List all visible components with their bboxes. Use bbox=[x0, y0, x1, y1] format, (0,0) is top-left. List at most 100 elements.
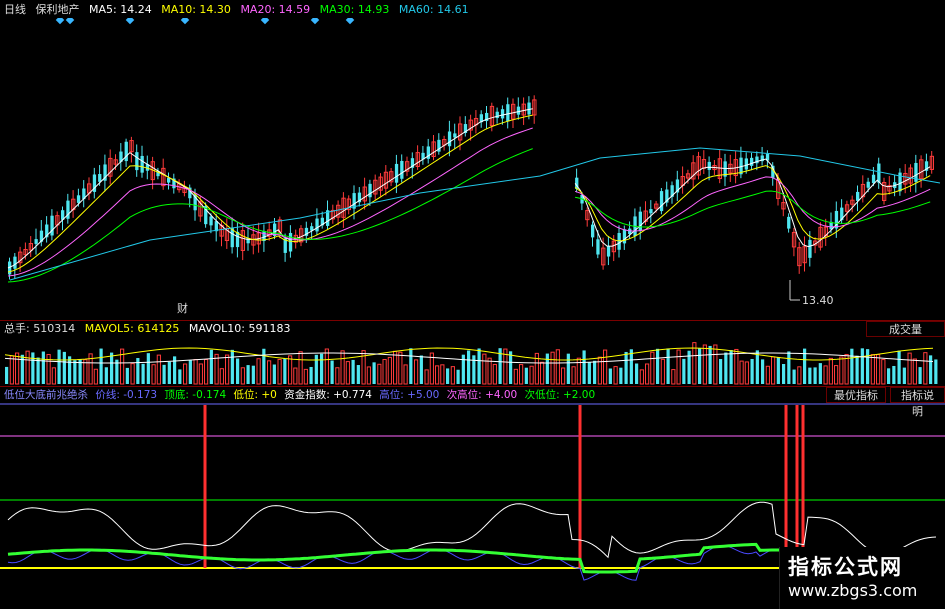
indicator-fund-index: 资金指数: +0.774 bbox=[284, 389, 372, 401]
signal-diamond bbox=[260, 18, 270, 25]
stock-name: 保利地产 bbox=[35, 3, 80, 16]
ma60-value: MA60: 14.61 bbox=[398, 3, 469, 16]
candle-down bbox=[808, 239, 812, 258]
signal-diamond bbox=[65, 18, 75, 25]
volume-bar-up bbox=[204, 358, 209, 385]
volume-bar-down bbox=[320, 353, 324, 384]
candle-down bbox=[638, 211, 642, 231]
candle-down bbox=[591, 224, 595, 238]
volume-bar-down bbox=[755, 350, 759, 384]
volume-bar-up bbox=[15, 352, 20, 385]
volume-bar-up bbox=[46, 354, 51, 385]
volume-bar-up bbox=[267, 360, 272, 385]
volume-bar-up bbox=[702, 344, 707, 385]
volume-bar-down bbox=[698, 348, 702, 384]
volume-bar-chart[interactable] bbox=[0, 338, 945, 386]
volume-bar-up bbox=[366, 366, 371, 385]
volume-bar-up bbox=[193, 359, 198, 385]
volume-bar-down bbox=[619, 367, 623, 384]
volume-bar-down bbox=[593, 360, 597, 384]
volume-bar-down bbox=[272, 364, 276, 384]
volume-bar-down bbox=[902, 367, 906, 384]
indicator-legend: 低位大底前兆绝杀 价线: -0.173 顶底: -0.174 低位: +0 资金… bbox=[0, 387, 599, 403]
volume-bar-up bbox=[912, 358, 917, 385]
candle-down bbox=[273, 223, 277, 236]
volume-bar-up bbox=[403, 364, 408, 385]
volume-bar-down bbox=[104, 367, 108, 384]
volume-bar-up bbox=[744, 361, 749, 385]
volume-bar-up bbox=[393, 350, 398, 385]
volume-indicator-button[interactable]: 成交量 bbox=[866, 321, 945, 337]
volume-bar-up bbox=[93, 368, 98, 385]
price-legend: 日线 保利地产 MA5: 14.24 MA10: 14.30 MA20: 14.… bbox=[0, 2, 475, 18]
volume-bar-up bbox=[288, 355, 293, 385]
volume-bar-down bbox=[624, 351, 628, 384]
volume-bar-up bbox=[923, 352, 928, 385]
candle-down bbox=[871, 174, 876, 184]
volume-bar-down bbox=[330, 360, 334, 384]
volume-bar-down bbox=[787, 351, 791, 384]
candle-down bbox=[453, 133, 457, 138]
volume-bar-up bbox=[345, 361, 350, 385]
volume-bar-down bbox=[524, 367, 528, 384]
candle-down bbox=[447, 131, 452, 147]
indicator-help-button[interactable]: 指标说明 bbox=[890, 387, 945, 418]
volume-bar-up bbox=[435, 365, 440, 385]
volume-bar-down bbox=[934, 359, 938, 384]
candle-down bbox=[13, 256, 17, 269]
volume-bar-up bbox=[450, 366, 455, 385]
volume-bar-up bbox=[83, 359, 88, 385]
volume-bar-up bbox=[256, 358, 261, 385]
volume-bar-down bbox=[545, 353, 549, 384]
volume-bar-up bbox=[639, 369, 644, 385]
volume-bar-down bbox=[850, 348, 854, 384]
volume-bar-up bbox=[482, 353, 487, 385]
volume-bar-up bbox=[613, 366, 618, 385]
volume-bar-down bbox=[167, 361, 171, 384]
indicator-price-line: 价线: -0.173 bbox=[95, 389, 158, 401]
volume-bar-down bbox=[918, 367, 922, 384]
volume-bar-down bbox=[31, 352, 35, 384]
volume-bar-up bbox=[834, 365, 839, 385]
candle-down bbox=[34, 239, 38, 244]
candle-down bbox=[866, 181, 870, 188]
period-label[interactable]: 日线 bbox=[4, 3, 26, 16]
ma30-line bbox=[7, 148, 533, 283]
volume-bar-down bbox=[62, 351, 66, 384]
volume-bar-up bbox=[676, 349, 681, 385]
volume-bar-down bbox=[818, 363, 822, 384]
candle-down bbox=[606, 246, 611, 257]
candle-down bbox=[659, 191, 664, 212]
volume-bar-up bbox=[219, 368, 224, 385]
volume-bar-down bbox=[136, 358, 140, 384]
volume-bar-up bbox=[440, 364, 445, 385]
volume-bar-down bbox=[125, 367, 129, 384]
volume-bar-down bbox=[5, 366, 9, 384]
volume-bar-up bbox=[692, 342, 697, 385]
ma20-line bbox=[574, 176, 931, 232]
volume-bar-up bbox=[387, 356, 392, 385]
volume-bar-up bbox=[739, 360, 744, 385]
signal-diamond bbox=[125, 18, 135, 25]
indicator-bottom: 顶底: -0.174 bbox=[164, 389, 227, 401]
price-candlestick-chart[interactable]: 13.40 财 bbox=[0, 18, 945, 318]
volume-bar-up bbox=[660, 358, 665, 385]
best-indicator-button[interactable]: 最优指标 bbox=[826, 387, 886, 403]
volume-bar-up bbox=[603, 349, 608, 385]
volume-bar-down bbox=[57, 349, 61, 384]
volume-bar-down bbox=[356, 365, 360, 384]
volume-bar-up bbox=[519, 364, 524, 385]
candle-down bbox=[288, 232, 293, 252]
volume-bar-up bbox=[540, 361, 545, 385]
volume-bar-up bbox=[130, 363, 135, 385]
volume-bar-down bbox=[472, 355, 476, 384]
volume-bar-down bbox=[708, 345, 712, 384]
volume-bar-up bbox=[870, 354, 875, 385]
volume-bar-down bbox=[314, 354, 318, 384]
volume-bar-up bbox=[277, 359, 282, 385]
volume-bar-up bbox=[335, 367, 340, 385]
ma5-value: MA5: 14.24 bbox=[89, 3, 152, 16]
volume-bar-down bbox=[509, 351, 513, 384]
volume-bar-down bbox=[866, 349, 870, 384]
event-marker-label: 财 bbox=[177, 301, 188, 315]
